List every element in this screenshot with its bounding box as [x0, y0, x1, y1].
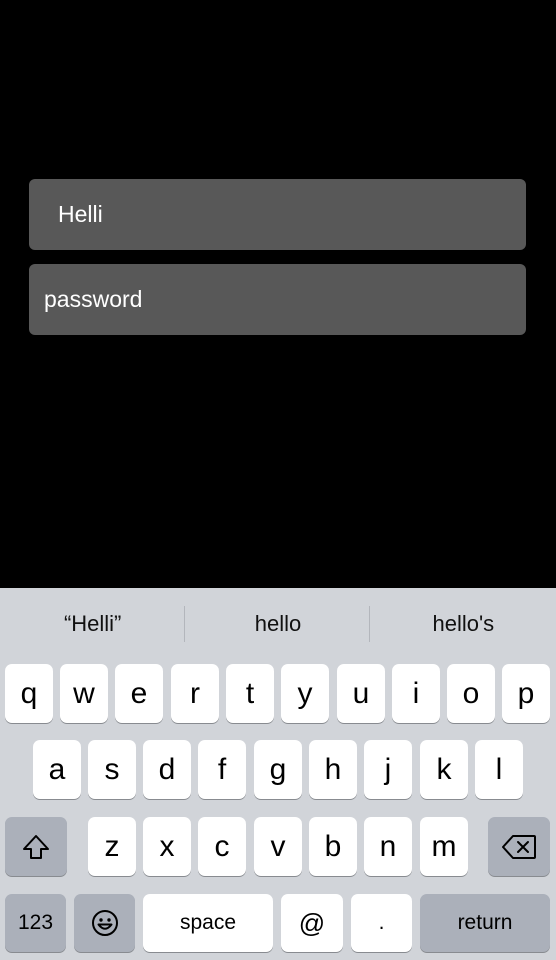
- suggestion-hellos[interactable]: hello's: [371, 588, 556, 660]
- shift-icon: [21, 832, 51, 862]
- key-a[interactable]: a: [33, 740, 81, 799]
- key-y[interactable]: y: [281, 664, 329, 723]
- key-z[interactable]: z: [88, 817, 136, 876]
- key-t[interactable]: t: [226, 664, 274, 723]
- password-field[interactable]: password: [29, 264, 526, 335]
- suggestion-divider: [369, 606, 370, 642]
- username-field[interactable]: Helli: [29, 179, 526, 250]
- key-j[interactable]: j: [364, 740, 412, 799]
- period-key[interactable]: .: [351, 894, 412, 952]
- key-p[interactable]: p: [502, 664, 550, 723]
- suggestion-bar: “Helli” hello hello's: [0, 588, 556, 660]
- key-e[interactable]: e: [115, 664, 163, 723]
- at-key[interactable]: @: [281, 894, 343, 952]
- key-s[interactable]: s: [88, 740, 136, 799]
- keyboard: “Helli” hello hello's q w e r t y u i o …: [0, 588, 556, 960]
- emoji-key[interactable]: [74, 894, 135, 952]
- return-key[interactable]: return: [420, 894, 550, 952]
- key-i[interactable]: i: [392, 664, 440, 723]
- key-f[interactable]: f: [198, 740, 246, 799]
- shift-key[interactable]: [5, 817, 67, 876]
- password-placeholder: password: [44, 286, 143, 312]
- suggestion-hello[interactable]: hello: [185, 588, 370, 660]
- key-g[interactable]: g: [254, 740, 302, 799]
- numbers-key[interactable]: 123: [5, 894, 66, 952]
- key-q[interactable]: q: [5, 664, 53, 723]
- suggestion-quoted[interactable]: “Helli”: [0, 588, 185, 660]
- key-w[interactable]: w: [60, 664, 108, 723]
- backspace-key[interactable]: [488, 817, 550, 876]
- key-b[interactable]: b: [309, 817, 357, 876]
- key-c[interactable]: c: [198, 817, 246, 876]
- key-h[interactable]: h: [309, 740, 357, 799]
- backspace-icon: [501, 834, 537, 860]
- key-x[interactable]: x: [143, 817, 191, 876]
- suggestion-divider: [184, 606, 185, 642]
- key-o[interactable]: o: [447, 664, 495, 723]
- key-n[interactable]: n: [364, 817, 412, 876]
- emoji-icon: [90, 908, 120, 938]
- login-screen: Helli password “Helli” hello hello's q w…: [0, 0, 556, 960]
- username-value: Helli: [58, 201, 103, 227]
- key-r[interactable]: r: [171, 664, 219, 723]
- key-k[interactable]: k: [420, 740, 468, 799]
- key-v[interactable]: v: [254, 817, 302, 876]
- key-u[interactable]: u: [337, 664, 385, 723]
- key-l[interactable]: l: [475, 740, 523, 799]
- key-d[interactable]: d: [143, 740, 191, 799]
- key-m[interactable]: m: [420, 817, 468, 876]
- space-key[interactable]: space: [143, 894, 273, 952]
